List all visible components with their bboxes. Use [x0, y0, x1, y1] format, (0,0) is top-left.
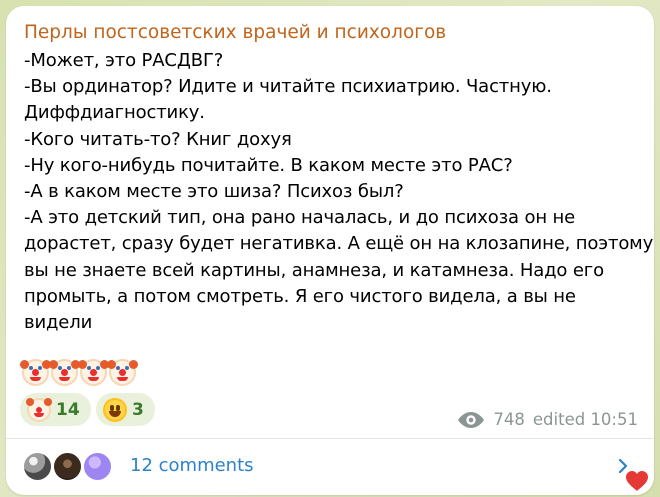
edited-time: edited 10:51 [532, 410, 638, 429]
clown-icon [78, 359, 109, 386]
message-line: -А это детский тип, она рано началась, и… [24, 207, 576, 229]
message-line: -Вы ординатор? Идите и читайте психиатри… [24, 76, 552, 98]
heart-icon[interactable] [624, 469, 650, 493]
reaction-count: 14 [56, 399, 80, 420]
message-line: -А в каком месте это шиза? Психоз был? [24, 181, 404, 203]
commenter-avatar [52, 451, 83, 482]
clown-icon [49, 359, 80, 386]
reaction-clown[interactable]: 14 [20, 393, 91, 426]
comments-button[interactable]: 12 comments [6, 439, 654, 491]
message-line: промыть, а потом смотреть. Я его чистого… [24, 285, 576, 307]
commenter-avatar [82, 451, 113, 482]
channel-name[interactable]: Перлы постсоветских врачей и психологов [24, 22, 446, 43]
message-line: -Может, это РАСДВГ? [24, 50, 224, 71]
commenter-avatar [22, 451, 53, 482]
views-icon [458, 411, 485, 428]
reaction-count: 3 [132, 399, 144, 420]
clown-icon [26, 397, 52, 422]
message-line: видели [24, 312, 93, 334]
comments-label: 12 comments [130, 455, 254, 476]
emoji-row [20, 359, 138, 386]
views-count: 748 [493, 410, 525, 429]
reaction-grinning[interactable]: 3 [96, 393, 155, 426]
message-line: -Кого читать-то? Книг дохуя [24, 128, 292, 150]
message-line: Диффдиагностику. [24, 102, 205, 124]
clown-icon [107, 359, 138, 386]
grinning-icon [103, 397, 127, 422]
message-text: -Может, это РАСДВГ? -Вы ординатор? Идите… [24, 48, 654, 336]
message-line: дорастет, сразу будет негативка. А ещё о… [24, 233, 654, 255]
clown-icon [20, 359, 51, 386]
message-meta: 748 edited 10:51 [457, 410, 638, 429]
message-line: вы не знаете всей картины, анамнеза, и к… [24, 259, 604, 281]
message-line: -Ну кого-нибудь почитайте. В каком месте… [24, 154, 513, 176]
